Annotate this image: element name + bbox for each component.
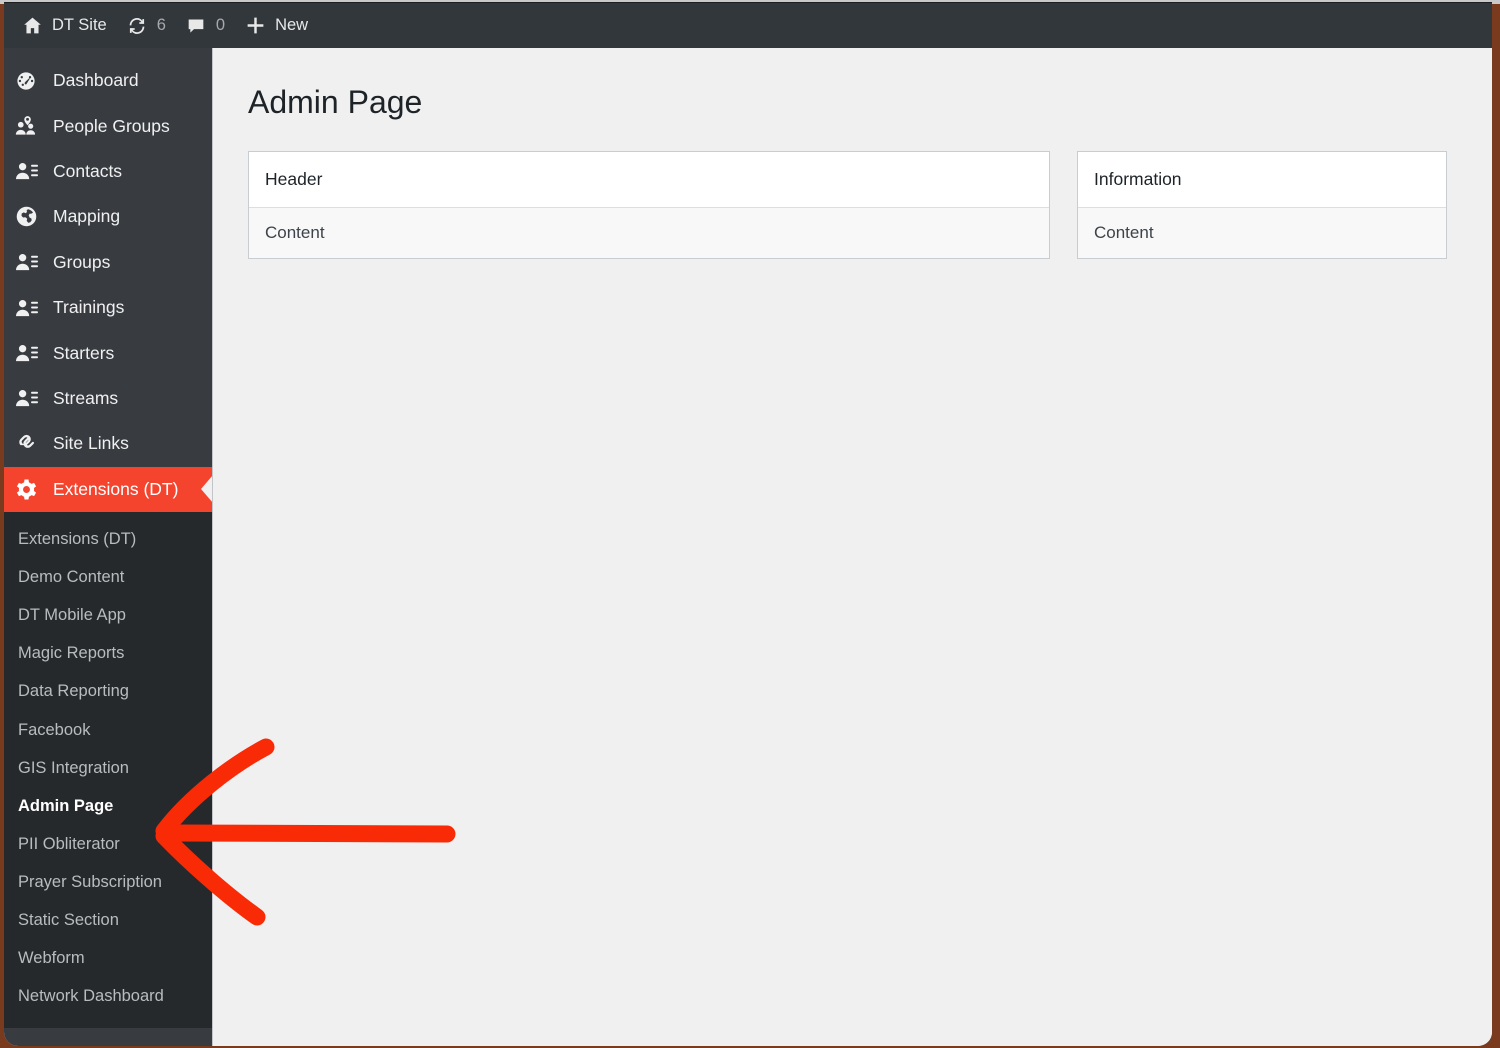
sidebar-item-streams[interactable]: Streams bbox=[4, 376, 212, 421]
card-header-block: Header Content bbox=[248, 150, 1050, 259]
adminbar-updates[interactable]: 6 bbox=[117, 3, 176, 49]
sidebar-item-label: Groups bbox=[53, 251, 111, 272]
card-information-body: Content bbox=[1078, 207, 1446, 258]
submenu-item-network-dashboard[interactable]: Network Dashboard bbox=[4, 977, 212, 1015]
sidebar-item-people-groups[interactable]: People Groups bbox=[4, 103, 212, 148]
adminbar-new-label: New bbox=[275, 16, 309, 34]
submenu-item-prayer-subscription[interactable]: Prayer Subscription bbox=[4, 863, 212, 901]
people-group-pin-icon bbox=[15, 114, 45, 138]
home-icon bbox=[22, 15, 43, 36]
person-list-icon bbox=[15, 159, 45, 183]
gear-icon bbox=[15, 477, 45, 501]
adminbar-comments[interactable]: 0 bbox=[176, 3, 235, 49]
submenu-item-extensions-dt[interactable]: Extensions (DT) bbox=[4, 520, 212, 558]
person-list-icon bbox=[15, 250, 45, 274]
card-header-body: Content bbox=[249, 207, 1049, 258]
card-information-title: Information bbox=[1078, 151, 1446, 208]
adminbar-new-content[interactable]: New bbox=[235, 3, 318, 49]
sidebar-item-extensions-dt[interactable]: Extensions (DT) bbox=[4, 466, 212, 512]
submenu-item-dt-mobile-app[interactable]: DT Mobile App bbox=[4, 596, 212, 634]
comment-bubble-icon bbox=[186, 15, 207, 36]
page-title: Admin Page bbox=[248, 84, 423, 120]
sidebar-item-label: Contacts bbox=[53, 160, 123, 181]
window-viewport: DT Site 6 0 New Dashboard People Groups … bbox=[4, 2, 1492, 1046]
person-list-icon bbox=[15, 341, 45, 365]
extensions-submenu: Extensions (DT) Demo Content DT Mobile A… bbox=[4, 511, 212, 1028]
link-chain-icon bbox=[15, 432, 45, 456]
plus-icon bbox=[245, 15, 266, 36]
sidebar-item-label: Dashboard bbox=[53, 70, 139, 91]
main-content-area: Admin Page Header Content Information Co… bbox=[212, 48, 1492, 1046]
browser-window-frame: DT Site 6 0 New Dashboard People Groups … bbox=[0, 0, 1500, 1048]
sidebar-item-label: Mapping bbox=[53, 206, 121, 227]
submenu-item-admin-page[interactable]: Admin Page bbox=[4, 787, 212, 825]
submenu-item-facebook[interactable]: Facebook bbox=[4, 711, 212, 749]
submenu-item-webform[interactable]: Webform bbox=[4, 939, 212, 977]
submenu-item-magic-reports[interactable]: Magic Reports bbox=[4, 634, 212, 672]
sidebar-item-dashboard[interactable]: Dashboard bbox=[4, 58, 212, 103]
sidebar-item-site-links[interactable]: Site Links bbox=[4, 421, 212, 466]
globe-icon bbox=[15, 205, 45, 229]
sidebar-item-label: People Groups bbox=[53, 115, 170, 136]
sidebar-item-label: Site Links bbox=[53, 433, 129, 454]
admin-sidebar: Dashboard People Groups Contacts Mapping… bbox=[4, 48, 212, 1046]
sidebar-item-groups[interactable]: Groups bbox=[4, 240, 212, 285]
sidebar-top-menu: Dashboard People Groups Contacts Mapping… bbox=[4, 48, 212, 512]
adminbar-comments-count: 0 bbox=[215, 16, 226, 34]
sidebar-item-mapping[interactable]: Mapping bbox=[4, 194, 212, 239]
adminbar-updates-count: 6 bbox=[156, 16, 166, 34]
sidebar-item-label: Extensions (DT) bbox=[53, 478, 179, 499]
person-list-icon bbox=[15, 296, 45, 320]
submenu-item-demo-content[interactable]: Demo Content bbox=[4, 558, 212, 596]
sidebar-item-label: Trainings bbox=[53, 297, 125, 318]
sidebar-item-label: Streams bbox=[53, 387, 119, 408]
sidebar-item-label: Starters bbox=[53, 342, 115, 363]
adminbar-site-label: DT Site bbox=[52, 16, 107, 34]
submenu-item-gis-integration[interactable]: GIS Integration bbox=[4, 749, 212, 787]
sidebar-item-trainings[interactable]: Trainings bbox=[4, 285, 212, 330]
updates-sync-icon bbox=[127, 15, 148, 36]
submenu-item-static-section[interactable]: Static Section bbox=[4, 901, 212, 939]
person-list-icon bbox=[15, 386, 45, 410]
submenu-item-data-reporting[interactable]: Data Reporting bbox=[4, 672, 212, 710]
dashboard-gauge-icon bbox=[15, 69, 45, 93]
adminbar-site-name[interactable]: DT Site bbox=[12, 3, 117, 49]
card-information-block: Information Content bbox=[1077, 150, 1447, 259]
sidebar-item-starters[interactable]: Starters bbox=[4, 330, 212, 375]
sidebar-item-contacts[interactable]: Contacts bbox=[4, 149, 212, 194]
wp-admin-bar: DT Site 6 0 New bbox=[4, 2, 1492, 48]
card-header-title: Header bbox=[249, 151, 1049, 208]
submenu-item-pii-obliterator[interactable]: PII Obliterator bbox=[4, 825, 212, 863]
cards-row: Header Content Information Content bbox=[213, 150, 1492, 259]
